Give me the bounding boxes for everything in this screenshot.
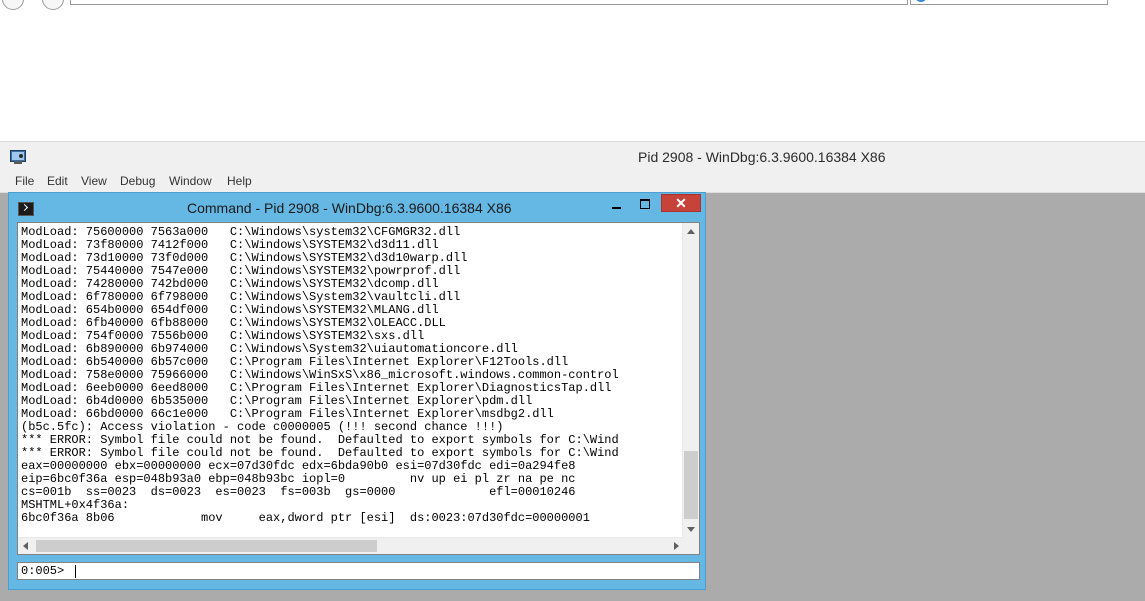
vertical-scrollbar[interactable]: [682, 223, 699, 538]
scroll-right-icon[interactable]: [674, 542, 679, 550]
scroll-up-icon[interactable]: [687, 229, 695, 234]
browser-top-strip: [0, 0, 1145, 12]
output-line: ModLoad: 75600000 7563a000 C:\Windows\sy…: [21, 225, 461, 239]
menu-debug[interactable]: Debug: [120, 174, 155, 188]
output-line: ModLoad: 74280000 742bd000 C:\Windows\SY…: [21, 277, 439, 291]
close-button[interactable]: ✕: [661, 194, 701, 212]
horizontal-scrollbar[interactable]: [18, 537, 684, 554]
output-line: eax=00000000 ebx=00000000 ecx=07d30fdc e…: [21, 459, 576, 473]
vertical-scroll-thumb[interactable]: [684, 451, 698, 519]
command-window: Command - Pid 2908 - WinDbg:6.3.9600.163…: [8, 192, 706, 590]
command-output[interactable]: ModLoad: 75600000 7563a000 C:\Windows\sy…: [17, 222, 700, 555]
output-line: ModLoad: 6eeb0000 6eed8000 C:\Program Fi…: [21, 381, 612, 395]
text-cursor: [75, 565, 76, 578]
output-line: *** ERROR: Symbol file could not be foun…: [21, 446, 619, 460]
output-line: ModLoad: 758e0000 75966000 C:\Windows\Wi…: [21, 368, 619, 382]
output-line: (b5c.5fc): Access violation - code c0000…: [21, 420, 504, 434]
menu-bar: File Edit View Debug Window Help: [0, 171, 1145, 193]
forward-button[interactable]: [42, 0, 64, 10]
menu-window[interactable]: Window: [169, 174, 212, 188]
windbg-window: Pid 2908 - WinDbg:6.3.9600.16384 X86 Fil…: [0, 141, 1145, 601]
scrollbar-corner: [682, 537, 699, 554]
output-line: ModLoad: 6b4d0000 6b535000 C:\Program Fi…: [21, 394, 533, 408]
command-window-title: Command - Pid 2908 - WinDbg:6.3.9600.163…: [187, 200, 512, 216]
command-input-row: 0:005>: [17, 562, 700, 580]
window-title: Pid 2908 - WinDbg:6.3.9600.16384 X86: [638, 149, 886, 165]
close-icon: ✕: [675, 195, 687, 211]
output-line: ModLoad: 6f780000 6f798000 C:\Windows\Sy…: [21, 290, 461, 304]
output-line: ModLoad: 6b540000 6b57c000 C:\Program Fi…: [21, 355, 569, 369]
output-line: ModLoad: 73d10000 73f0d000 C:\Windows\SY…: [21, 251, 468, 265]
menu-help[interactable]: Help: [227, 174, 252, 188]
scroll-left-icon[interactable]: [23, 542, 28, 550]
output-line: cs=001b ss=0023 ds=0023 es=0023 fs=003b …: [21, 485, 576, 499]
command-prompt: 0:005>: [21, 564, 65, 578]
menu-edit[interactable]: Edit: [47, 174, 68, 188]
command-input[interactable]: [74, 564, 694, 578]
menu-view[interactable]: View: [81, 174, 107, 188]
output-line: eip=6bc0f36a esp=048b93a0 ebp=048b93bc i…: [21, 472, 576, 486]
output-line: ModLoad: 754f0000 7556b000 C:\Windows\SY…: [21, 329, 425, 343]
windbg-title-bar[interactable]: Pid 2908 - WinDbg:6.3.9600.16384 X86: [0, 141, 1145, 172]
output-line: ModLoad: 75440000 7547e000 C:\Windows\SY…: [21, 264, 461, 278]
horizontal-scroll-thumb[interactable]: [36, 540, 377, 552]
output-line: ModLoad: 73f80000 7412f000 C:\Windows\SY…: [21, 238, 439, 252]
output-line: *** ERROR: Symbol file could not be foun…: [21, 433, 619, 447]
output-line: ModLoad: 6b890000 6b974000 C:\Windows\Sy…: [21, 342, 518, 356]
menu-file[interactable]: File: [15, 174, 34, 188]
maximize-button[interactable]: [633, 196, 657, 212]
scroll-down-icon[interactable]: [687, 527, 695, 532]
windbg-app-icon: [10, 150, 26, 164]
output-line: 6bc0f36a 8b06 mov eax,dword ptr [esi] ds…: [21, 511, 590, 525]
minimize-button[interactable]: [605, 197, 629, 213]
output-line: ModLoad: 66bd0000 66c1e000 C:\Program Fi…: [21, 407, 554, 421]
output-line: MSHTML+0x4f36a:: [21, 498, 130, 512]
output-line: ModLoad: 654b0000 654df000 C:\Windows\SY…: [21, 303, 439, 317]
back-button[interactable]: [2, 0, 24, 10]
browser-tab[interactable]: [910, 0, 1108, 5]
address-bar[interactable]: [70, 0, 908, 5]
output-line: ModLoad: 6fb40000 6fb88000 C:\Windows\SY…: [21, 316, 446, 330]
console-icon: [18, 202, 34, 216]
output-text: ModLoad: 75600000 7563a000 C:\Windows\sy…: [21, 226, 619, 525]
